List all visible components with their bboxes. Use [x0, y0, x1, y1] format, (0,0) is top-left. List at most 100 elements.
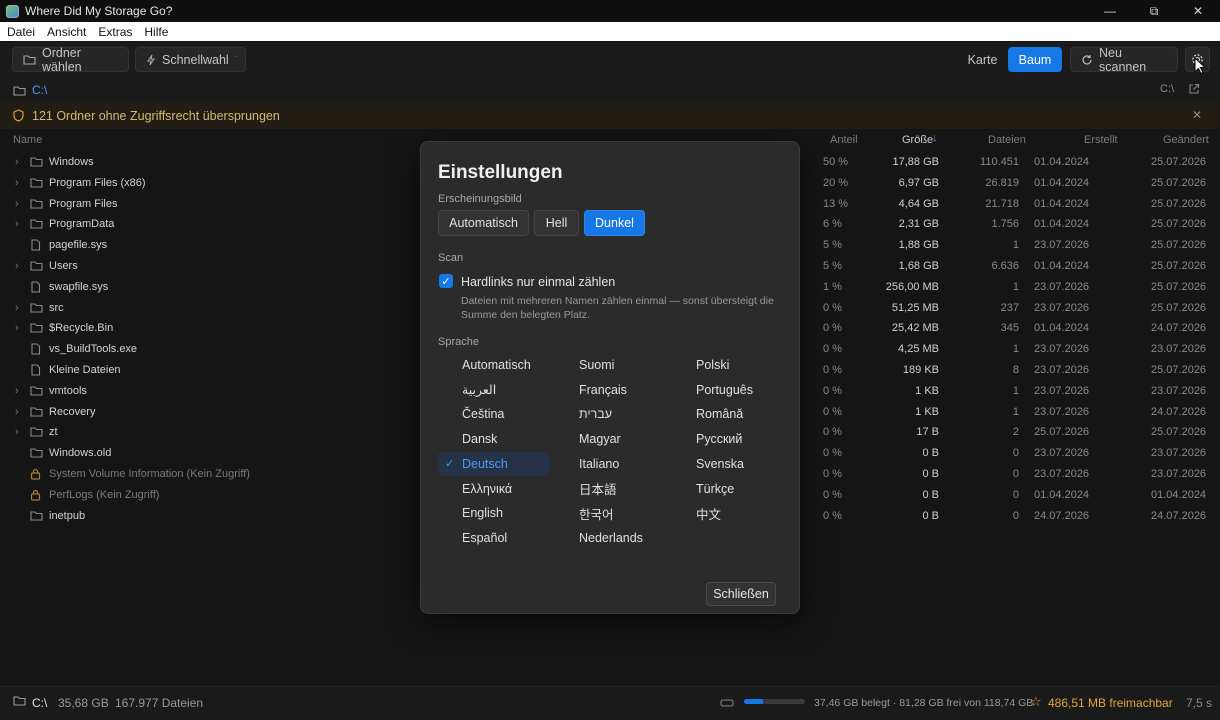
- quick-select-button[interactable]: Schnellwahl ˙: [135, 47, 246, 72]
- theme-dark-button[interactable]: Dunkel: [584, 210, 645, 236]
- language-option[interactable]: Suomi: [555, 353, 667, 377]
- row-created: 23.07.2026: [1034, 364, 1090, 376]
- view-map-button[interactable]: Karte: [960, 47, 1005, 72]
- row-share: 0 %: [823, 509, 842, 522]
- language-option-label: Čeština: [462, 407, 505, 422]
- chevron-right-icon[interactable]: ›: [15, 218, 19, 230]
- folder-icon: [30, 426, 43, 437]
- warning-banner: 121 Ordner ohne Zugriffsrecht übersprung…: [0, 102, 1220, 129]
- status-files: 167.977 Dateien: [115, 696, 204, 710]
- language-option[interactable]: Svenska: [672, 452, 784, 476]
- language-option[interactable]: Română: [672, 402, 784, 426]
- disk-usage-fill: [744, 699, 764, 704]
- close-window-button[interactable]: ✕: [1176, 0, 1220, 22]
- language-option-label: Português: [696, 382, 753, 397]
- hardlinks-hint: Dateien mit mehreren Namen zählen einmal…: [461, 295, 774, 321]
- column-files[interactable]: Dateien: [988, 134, 1026, 146]
- menu-extras[interactable]: Extras: [91, 25, 137, 39]
- language-option[interactable]: Automatisch: [438, 353, 550, 377]
- chevron-right-icon[interactable]: ›: [15, 322, 19, 334]
- language-option[interactable]: Türkçe: [672, 477, 784, 501]
- column-name[interactable]: Name: [13, 134, 42, 146]
- status-drive: C:\: [32, 696, 48, 710]
- breadcrumb-path[interactable]: C:\: [32, 83, 47, 97]
- chevron-right-icon[interactable]: ›: [15, 177, 19, 189]
- language-option[interactable]: Magyar: [555, 427, 667, 451]
- language-option[interactable]: Dansk: [438, 427, 550, 451]
- menu-ansicht[interactable]: Ansicht: [40, 25, 91, 39]
- language-option[interactable]: עברית: [555, 402, 667, 426]
- language-option[interactable]: Français: [555, 378, 667, 402]
- row-size: 0 B: [922, 488, 939, 501]
- hardlinks-label[interactable]: Hardlinks nur einmal zählen: [461, 275, 615, 289]
- row-size: 1 KB: [915, 384, 939, 397]
- lock-icon: [30, 468, 43, 480]
- dismiss-warning-icon[interactable]: ✕: [1192, 108, 1202, 122]
- language-option[interactable]: Čeština: [438, 402, 550, 426]
- chevron-right-icon[interactable]: ›: [15, 156, 19, 168]
- row-created: 01.04.2024: [1034, 488, 1090, 501]
- theme-auto-button[interactable]: Automatisch: [438, 210, 529, 236]
- row-modified: 23.07.2026: [1151, 384, 1207, 397]
- rescan-button[interactable]: Neu scannen: [1070, 46, 1178, 74]
- disk-usage-text: 37,46 GB belegt · 81,28 GB frei von 118,…: [814, 697, 1034, 709]
- view-tree-button[interactable]: Baum: [1008, 47, 1062, 72]
- open-external-icon[interactable]: [1188, 83, 1200, 95]
- column-size[interactable]: Größe: [902, 134, 933, 146]
- row-name: $Recycle.Bin: [49, 322, 114, 335]
- disk-usage-bar: [744, 699, 805, 704]
- menu-hilfe[interactable]: Hilfe: [137, 25, 173, 39]
- row-files: 345: [1000, 322, 1019, 335]
- choose-folder-button[interactable]: Ordner wählen: [12, 46, 129, 74]
- language-option-label: Italiano: [579, 456, 620, 471]
- column-modified[interactable]: Geändert: [1163, 134, 1209, 146]
- toolbar: Ordner wählen Schnellwahl ˙ Karte Baum N…: [0, 42, 1220, 78]
- row-files: 0: [1012, 488, 1019, 501]
- language-option-label: Suomi: [579, 358, 615, 372]
- row-name: ProgramData: [49, 218, 115, 231]
- row-share: 0 %: [823, 468, 842, 480]
- row-created: 24.07.2026: [1034, 509, 1090, 522]
- language-option[interactable]: Nederlands: [555, 526, 667, 550]
- language-option[interactable]: العربية: [438, 378, 550, 402]
- column-share[interactable]: Anteil: [830, 134, 858, 146]
- reclaim-link[interactable]: 486,51 MB freimachbar: [1048, 696, 1173, 710]
- chevron-right-icon[interactable]: ›: [15, 260, 19, 272]
- status-total: 35,68 GB: [58, 696, 109, 710]
- language-option-label: Español: [462, 530, 508, 545]
- drive-icon: [720, 699, 734, 707]
- chevron-right-icon[interactable]: ›: [15, 302, 19, 314]
- row-created: 23.07.2026: [1034, 384, 1090, 397]
- language-option[interactable]: 日本語: [555, 477, 667, 501]
- chevron-right-icon[interactable]: ›: [15, 406, 19, 418]
- row-size: 6,97 GB: [898, 176, 939, 189]
- row-share: 0 %: [823, 301, 842, 314]
- menu-datei[interactable]: Datei: [0, 25, 40, 39]
- close-dialog-button[interactable]: Schließen: [706, 582, 776, 606]
- language-option[interactable]: 한국어: [555, 501, 667, 525]
- folder-icon: [30, 302, 43, 313]
- chevron-right-icon[interactable]: ›: [15, 426, 19, 438]
- language-option[interactable]: Polski: [672, 353, 784, 377]
- theme-light-button[interactable]: Hell: [534, 210, 579, 236]
- language-option[interactable]: 中文: [672, 501, 784, 525]
- folder-icon: [30, 510, 43, 521]
- folder-icon: [30, 322, 43, 333]
- language-option[interactable]: Ελληνικά: [438, 477, 550, 501]
- language-option[interactable]: Italiano: [555, 452, 667, 476]
- maximize-button[interactable]: ⧉: [1132, 0, 1176, 22]
- language-option[interactable]: ✓ Deutsch: [438, 451, 550, 476]
- row-share: 0 %: [823, 405, 842, 418]
- chevron-right-icon[interactable]: ›: [15, 198, 19, 210]
- column-created[interactable]: Erstellt: [1084, 134, 1118, 146]
- language-option[interactable]: Русский: [672, 427, 784, 451]
- language-option[interactable]: English: [438, 501, 550, 525]
- language-option[interactable]: Español: [438, 526, 550, 550]
- language-option[interactable]: Português: [672, 378, 784, 402]
- row-size: 4,64 GB: [898, 197, 939, 210]
- hardlinks-checkbox[interactable]: ✓: [439, 274, 453, 288]
- chevron-right-icon[interactable]: ›: [15, 385, 19, 397]
- minimize-button[interactable]: —: [1088, 0, 1132, 22]
- row-size: 0 B: [922, 509, 939, 522]
- language-option-label: 한국어: [579, 507, 614, 522]
